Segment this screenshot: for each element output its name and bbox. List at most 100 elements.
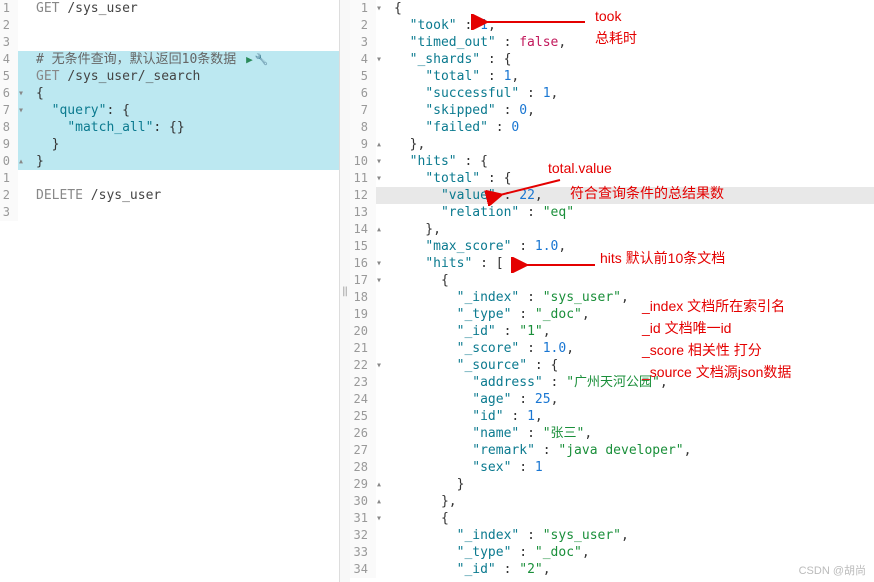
code-content[interactable]: "hits" : { [390, 153, 874, 170]
code-content[interactable]: "failed" : 0 [390, 119, 874, 136]
fold-toggle-icon[interactable]: ▾ [376, 0, 390, 17]
code-content[interactable]: { [390, 0, 874, 17]
code-line[interactable]: 2 [0, 17, 339, 34]
code-line[interactable]: 30▴ }, [350, 493, 874, 510]
code-line[interactable]: 33 "_type" : "_doc", [350, 544, 874, 561]
code-content[interactable] [32, 17, 339, 34]
code-content[interactable]: "successful" : 1, [390, 85, 874, 102]
fold-toggle-icon[interactable]: ▾ [376, 170, 390, 187]
code-content[interactable]: "_id" : "1", [390, 323, 874, 340]
code-content[interactable] [32, 204, 339, 221]
code-line[interactable]: 12 "value" : 22, [350, 187, 874, 204]
code-content[interactable]: "_type" : "_doc", [390, 306, 874, 323]
code-content[interactable] [32, 170, 339, 187]
code-content[interactable]: "_index" : "sys_user", [390, 527, 874, 544]
code-content[interactable]: "sex" : 1 [390, 459, 874, 476]
code-content[interactable]: }, [390, 493, 874, 510]
fold-toggle-icon[interactable]: ▴ [376, 136, 390, 153]
fold-toggle-icon[interactable]: ▾ [376, 255, 390, 272]
code-line[interactable]: 1▾{ [350, 0, 874, 17]
code-line[interactable]: 10▾ "hits" : { [350, 153, 874, 170]
code-line[interactable]: 9 } [0, 136, 339, 153]
code-line[interactable]: 1 [0, 170, 339, 187]
code-content[interactable]: { [32, 85, 339, 102]
code-content[interactable]: GET /sys_user/_search [32, 68, 339, 85]
code-line[interactable]: 14▴ }, [350, 221, 874, 238]
code-line[interactable]: 17▾ { [350, 272, 874, 289]
code-content[interactable]: "_index" : "sys_user", [390, 289, 874, 306]
code-content[interactable]: "took" : 1, [390, 17, 874, 34]
fold-toggle-icon[interactable]: ▾ [376, 272, 390, 289]
fold-toggle-icon[interactable]: ▾ [18, 85, 32, 102]
code-content[interactable]: GET /sys_user [32, 0, 339, 17]
code-line[interactable]: 7▾ "query": { [0, 102, 339, 119]
pane-divider[interactable]: ‖ [340, 0, 350, 582]
code-content[interactable]: { [390, 272, 874, 289]
code-line[interactable]: 26 "name" : "张三", [350, 425, 874, 442]
code-line[interactable]: 25 "id" : 1, [350, 408, 874, 425]
code-content[interactable]: "_score" : 1.0, [390, 340, 874, 357]
fold-toggle-icon[interactable]: ▾ [376, 153, 390, 170]
code-content[interactable]: "value" : 22, [390, 187, 874, 204]
code-line[interactable]: 4# 无条件查询，默认返回10条数据 ▶🔧 [0, 51, 339, 68]
run-query-icon[interactable]: ▶ [244, 53, 253, 66]
code-content[interactable]: DELETE /sys_user [32, 187, 339, 204]
fold-toggle-icon[interactable]: ▴ [376, 493, 390, 510]
code-content[interactable]: "max_score" : 1.0, [390, 238, 874, 255]
code-content[interactable]: "_shards" : { [390, 51, 874, 68]
code-line[interactable]: 5GET /sys_user/_search [0, 68, 339, 85]
fold-toggle-icon[interactable]: ▾ [376, 51, 390, 68]
code-line[interactable]: 27 "remark" : "java developer", [350, 442, 874, 459]
code-line[interactable]: 8 "failed" : 0 [350, 119, 874, 136]
code-line[interactable]: 8 "match_all": {} [0, 119, 339, 136]
code-content[interactable]: "total" : 1, [390, 68, 874, 85]
code-line[interactable]: 22▾ "_source" : { [350, 357, 874, 374]
code-line[interactable]: 23 "address" : "广州天河公园", [350, 374, 874, 391]
code-line[interactable]: 13 "relation" : "eq" [350, 204, 874, 221]
code-line[interactable]: 9▴ }, [350, 136, 874, 153]
code-content[interactable]: } [390, 476, 874, 493]
code-line[interactable]: 16▾ "hits" : [ [350, 255, 874, 272]
code-line[interactable]: 29▴ } [350, 476, 874, 493]
code-content[interactable]: "relation" : "eq" [390, 204, 874, 221]
code-line[interactable]: 28 "sex" : 1 [350, 459, 874, 476]
code-content[interactable]: "hits" : [ [390, 255, 874, 272]
code-content[interactable]: "remark" : "java developer", [390, 442, 874, 459]
code-line[interactable]: 21 "_score" : 1.0, [350, 340, 874, 357]
request-editor[interactable]: 1GET /sys_user234# 无条件查询，默认返回10条数据 ▶🔧5GE… [0, 0, 340, 582]
code-content[interactable]: "name" : "张三", [390, 425, 874, 442]
code-line[interactable]: 4▾ "_shards" : { [350, 51, 874, 68]
code-line[interactable]: 6 "successful" : 1, [350, 85, 874, 102]
code-content[interactable]: "id" : 1, [390, 408, 874, 425]
code-line[interactable]: 19 "_type" : "_doc", [350, 306, 874, 323]
code-content[interactable]: } [32, 153, 339, 170]
code-line[interactable]: 3 [0, 204, 339, 221]
code-line[interactable]: 3 [0, 34, 339, 51]
fold-toggle-icon[interactable]: ▴ [376, 476, 390, 493]
code-content[interactable]: "skipped" : 0, [390, 102, 874, 119]
code-line[interactable]: 7 "skipped" : 0, [350, 102, 874, 119]
code-line[interactable]: 18 "_index" : "sys_user", [350, 289, 874, 306]
code-content[interactable]: "age" : 25, [390, 391, 874, 408]
code-content[interactable]: "total" : { [390, 170, 874, 187]
fold-toggle-icon[interactable]: ▾ [18, 102, 32, 119]
fold-toggle-icon[interactable]: ▴ [376, 221, 390, 238]
code-line[interactable]: 2 "took" : 1, [350, 17, 874, 34]
fold-toggle-icon[interactable]: ▴ [18, 153, 32, 170]
code-content[interactable]: }, [390, 136, 874, 153]
code-content[interactable] [32, 34, 339, 51]
code-line[interactable]: 6▾{ [0, 85, 339, 102]
code-line[interactable]: 32 "_index" : "sys_user", [350, 527, 874, 544]
response-viewer[interactable]: 1▾{2 "took" : 1,3 "timed_out" : false,4▾… [350, 0, 874, 582]
code-line[interactable]: 3 "timed_out" : false, [350, 34, 874, 51]
code-line[interactable]: 0▴} [0, 153, 339, 170]
code-line[interactable]: 11▾ "total" : { [350, 170, 874, 187]
code-line[interactable]: 24 "age" : 25, [350, 391, 874, 408]
fold-toggle-icon[interactable]: ▾ [376, 510, 390, 527]
code-line[interactable]: 5 "total" : 1, [350, 68, 874, 85]
code-content[interactable]: # 无条件查询，默认返回10条数据 ▶🔧 [32, 51, 339, 68]
code-content[interactable]: { [390, 510, 874, 527]
code-line[interactable]: 34 "_id" : "2", [350, 561, 874, 578]
code-content[interactable]: "query": { [32, 102, 339, 119]
wrench-icon[interactable]: 🔧 [253, 53, 269, 66]
